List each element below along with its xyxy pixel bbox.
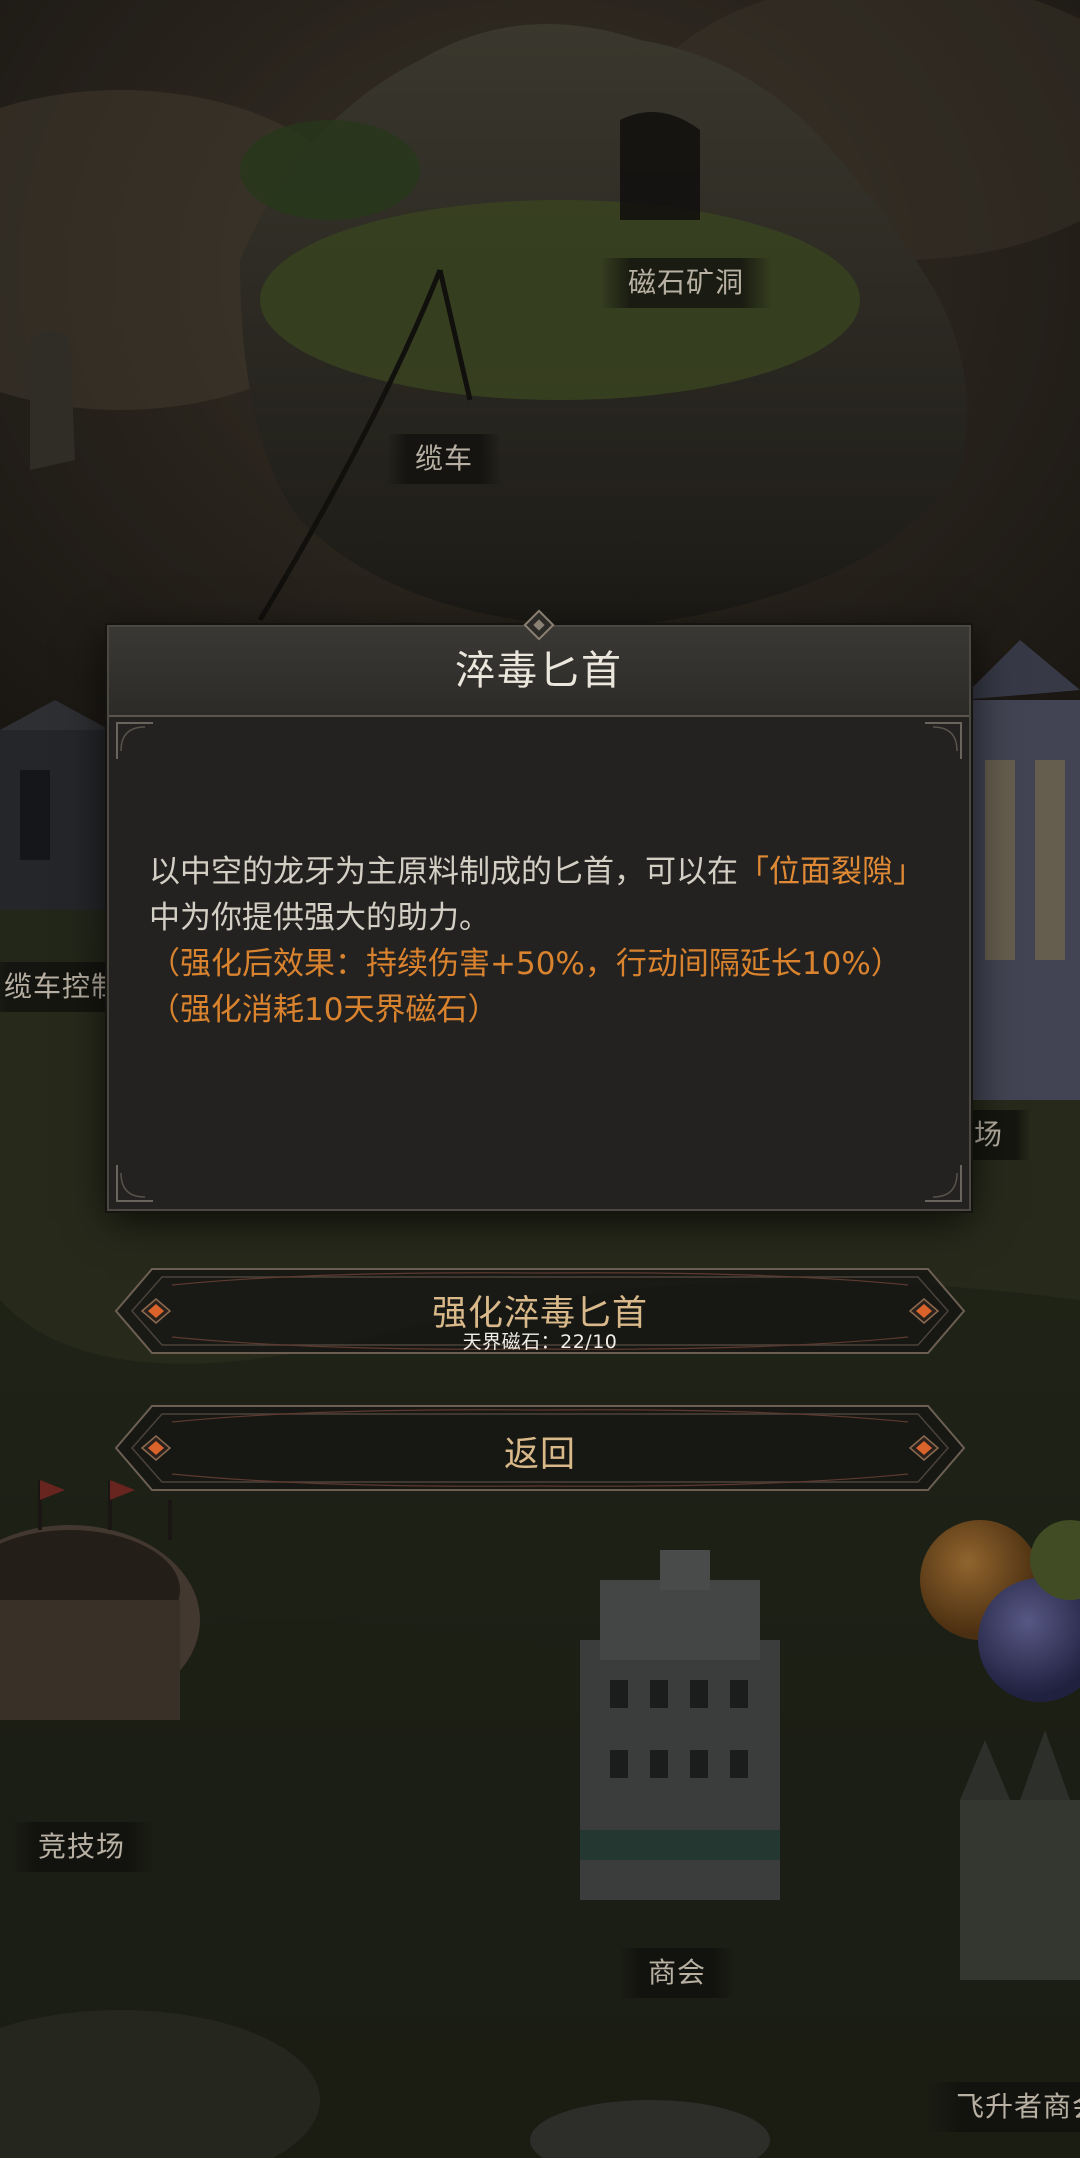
map-label-arena[interactable]: 竞技场 — [10, 1822, 154, 1872]
enhance-button[interactable]: 强化淬毒匕首 天界磁石：22/10 — [112, 1263, 968, 1359]
enhance-cost-text: （强化消耗10天界磁石） — [149, 992, 499, 1028]
back-button[interactable]: 返回 — [112, 1400, 968, 1496]
corner-ornament-icon — [115, 1163, 155, 1203]
item-info-dialog: 淬毒匕首 以中空的龙牙为主原料制成的匕首，可以在「位面裂隙」中为你提供强大的助力… — [107, 609, 971, 1211]
corner-ornament-icon — [923, 1163, 963, 1203]
corner-ornament-icon — [923, 721, 963, 761]
item-description: 以中空的龙牙为主原料制成的匕首，可以在「位面裂隙」中为你提供强大的助力。 （强化… — [149, 849, 929, 1033]
map-label-magnet-cave[interactable]: 磁石矿洞 — [600, 258, 773, 308]
back-button-label: 返回 — [503, 1435, 576, 1475]
description-text: 以中空的龙牙为主原料制成的匕首，可以在「位面裂隙」中为你提供强大的助力。 — [149, 854, 924, 936]
game-screen: 磁石矿洞 缆车 缆车控制 场 竞技场 商会 飞升者商会 淬毒匕首 以中空的龙牙为… — [0, 0, 1080, 2158]
location-highlight: 「位面裂隙」 — [738, 854, 924, 890]
enhance-cost-counter: 天界磁石：22/10 — [462, 1331, 618, 1353]
map-label-guild[interactable]: 商会 — [620, 1948, 735, 1998]
map-label-cable-car[interactable]: 缆车 — [387, 434, 502, 484]
map-label-ascender-shop[interactable]: 飞升者商会 — [928, 2082, 1080, 2132]
enhance-effect-text: （强化后效果：持续伤害+50%，行动间隔延长10%） — [149, 946, 902, 982]
corner-ornament-icon — [115, 721, 155, 761]
